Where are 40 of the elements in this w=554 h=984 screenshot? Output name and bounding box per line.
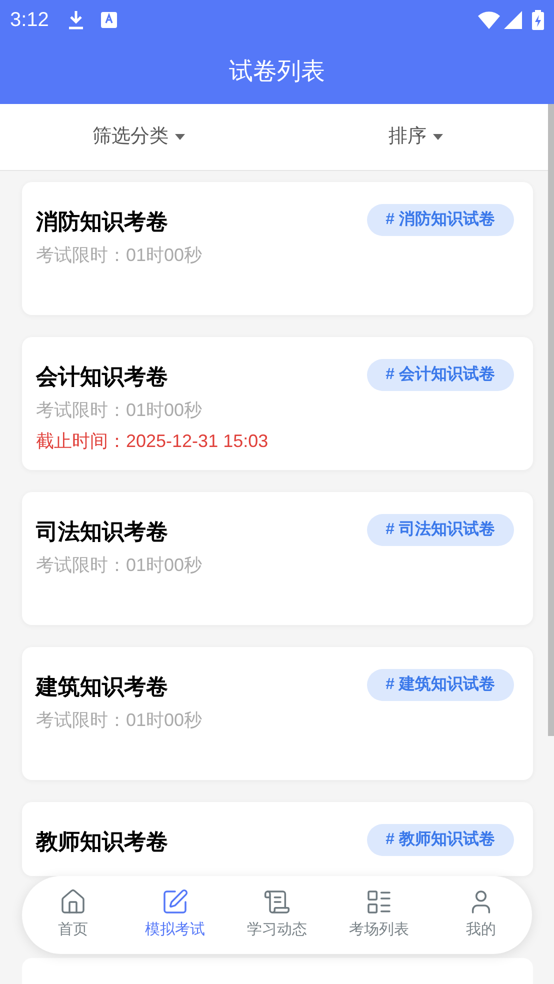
time-limit: 考试限时：01时00秒 (36, 244, 204, 267)
deadline: 截止时间：2025-12-31 15:03 (36, 430, 270, 453)
time-limit: 考试限时：01时00秒 (36, 399, 204, 422)
signal-icon (504, 11, 522, 29)
edit-icon (161, 888, 189, 916)
nav-tab[interactable]: 我的 (430, 888, 532, 942)
page-title: 试卷列表 (229, 57, 325, 87)
category-tag: # 会计知识试卷 (366, 359, 514, 391)
paper-title: 消防知识考卷 (36, 208, 168, 236)
battery-icon (532, 10, 544, 30)
filter-dropdown[interactable]: 筛选分类 (92, 122, 184, 152)
wifi-icon (478, 11, 500, 29)
paper-card[interactable]: 教师知识考卷 # 教师知识试卷 (22, 802, 533, 876)
scroll-icon (263, 888, 291, 916)
category-tag: # 建筑知识试卷 (366, 669, 514, 701)
paper-title: 会计知识考卷 (36, 363, 168, 391)
time-limit: 考试限时：01时00秒 (36, 709, 204, 732)
nav-tab[interactable]: 模拟考试 (124, 888, 226, 942)
paper-title: 教师知识考卷 (36, 828, 168, 856)
home-icon (59, 888, 87, 916)
category-tag: # 消防知识试卷 (366, 204, 514, 236)
paper-title: 司法知识考卷 (36, 518, 168, 546)
caret-icon (174, 134, 184, 140)
caret-icon (432, 134, 442, 140)
paper-title: 建筑知识考卷 (36, 673, 168, 701)
nav-tab[interactable]: 首页 (22, 888, 124, 942)
nav-tab[interactable]: 学习动态 (226, 888, 328, 942)
paper-card[interactable]: 消防知识考卷 # 消防知识试卷 考试限时：01时00秒 (22, 182, 533, 315)
nav-tab[interactable]: 考场列表 (328, 888, 430, 942)
status-time: 3:12 (10, 8, 49, 33)
paper-card[interactable]: 司法知识考卷 # 司法知识试卷 考试限时：01时00秒 (22, 492, 533, 625)
time-limit: 考试限时：01时00秒 (36, 554, 204, 577)
download-icon (66, 10, 85, 30)
filter-dropdown[interactable]: 排序 (388, 122, 442, 152)
category-tag: # 司法知识试卷 (366, 514, 514, 546)
paper-card[interactable]: 会计知识考卷 # 会计知识试卷 考试限时：01时00秒 截止时间：2025-12-31 15:03 (22, 337, 533, 470)
paper-card[interactable]: 建筑知识考卷 # 建筑知识试卷 考试限时：01时00秒 (22, 647, 533, 780)
list-icon (365, 888, 393, 916)
keyboard-icon (100, 12, 117, 28)
category-tag: # 教师知识试卷 (366, 824, 514, 856)
